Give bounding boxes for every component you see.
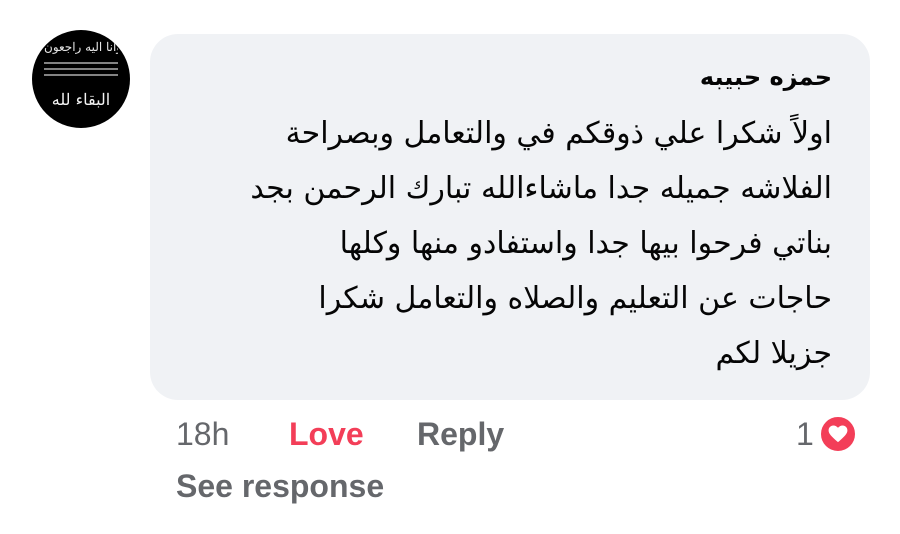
- comment-line: الفلاشه جميله جدا ماشاءالله تبارك الرحمن…: [250, 171, 832, 206]
- avatar-line: [44, 74, 118, 76]
- heart-icon: [817, 414, 858, 454]
- comment-line: بناتي فرحوا بيها جدا واستفادو منها وكلها: [339, 226, 832, 261]
- love-button[interactable]: Love: [289, 414, 364, 454]
- avatar-line: [44, 62, 118, 64]
- comment-body: اولاً شكرا علي ذوقكم في والتعامل وبصراحة…: [172, 106, 832, 381]
- comment-timestamp[interactable]: 18h: [176, 414, 229, 454]
- avatar-calligraphy-top: انا لله وانا اليه راجعون: [44, 40, 118, 54]
- comment-line: جزيلا لكم: [715, 336, 832, 371]
- reaction-count: 1: [796, 416, 814, 452]
- comment-line: حاجات عن التعليم والصلاه والتعامل شكرا: [318, 281, 832, 316]
- avatar-line: [44, 68, 118, 70]
- avatar-decorative-lines: [44, 62, 118, 80]
- heart-icon-svg: [828, 425, 848, 443]
- avatar-calligraphy-bottom: البقاء لله: [51, 90, 111, 109]
- reaction-summary[interactable]: 1: [796, 414, 858, 454]
- comment-bubble: حمزه حبيبه اولاً شكرا علي ذوقكم في والتع…: [150, 34, 870, 400]
- see-response-link[interactable]: See response: [176, 466, 384, 506]
- avatar[interactable]: انا لله وانا اليه راجعون البقاء لله: [32, 30, 130, 128]
- comment-line: اولاً شكرا علي ذوقكم في والتعامل وبصراحة: [285, 116, 832, 151]
- reply-button[interactable]: Reply: [417, 414, 504, 454]
- comment-author[interactable]: حمزه حبيبه: [700, 62, 832, 92]
